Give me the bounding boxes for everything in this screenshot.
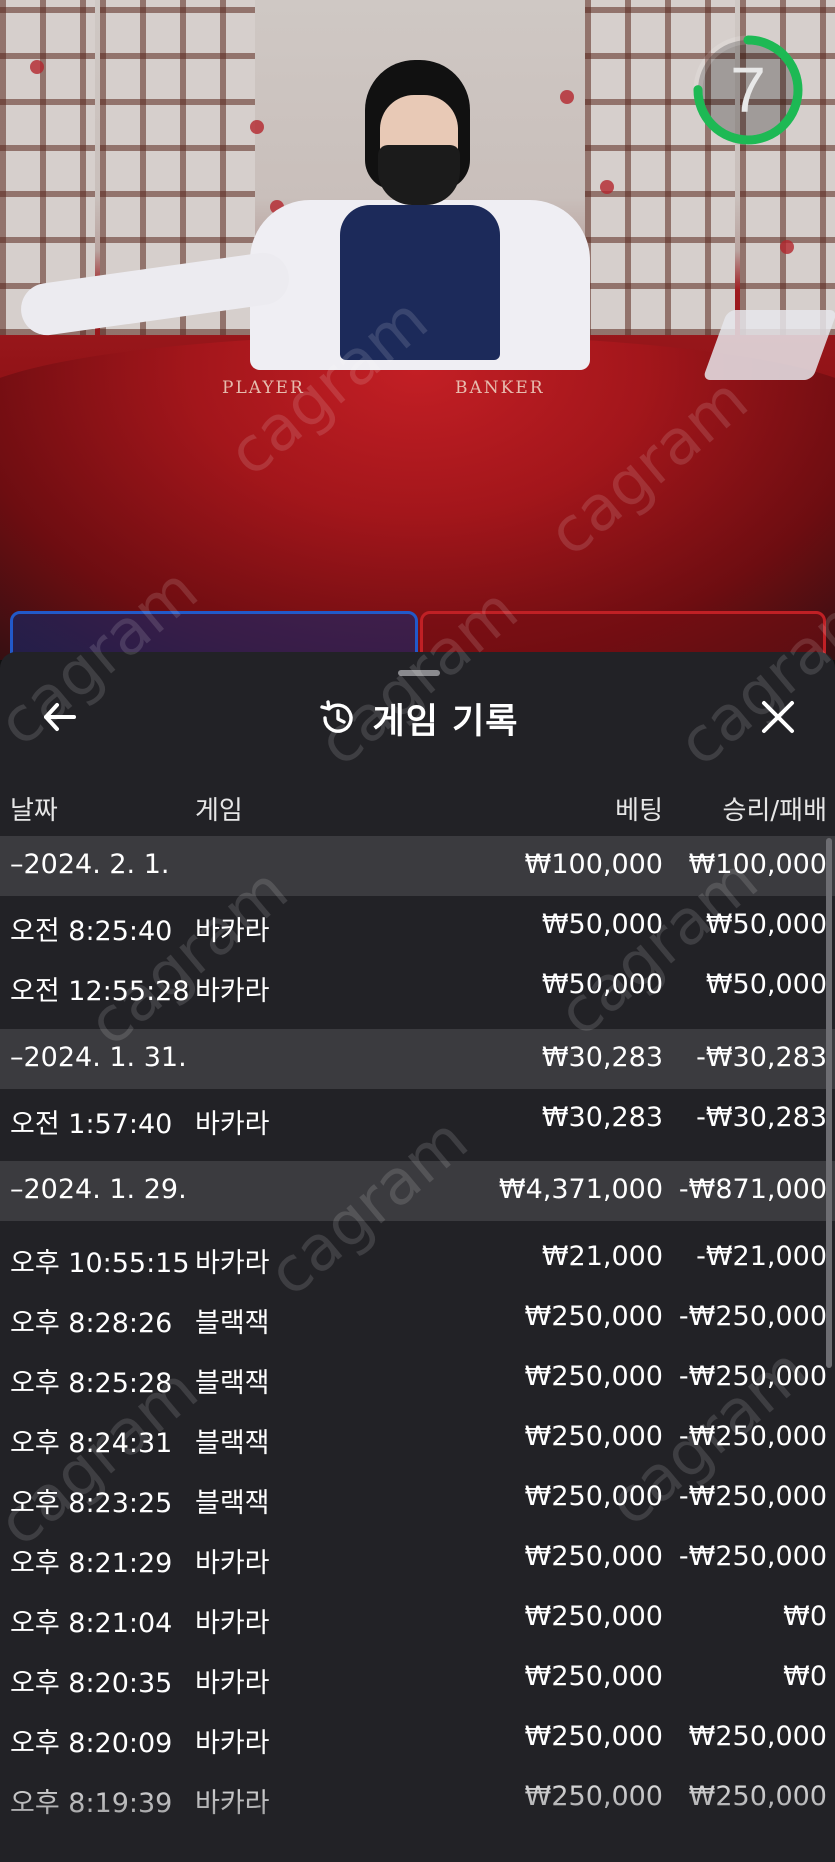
dealer-mask <box>378 145 460 205</box>
bet-amount: ₩50,000 <box>541 909 663 940</box>
bet-amount: ₩250,000 <box>524 1361 663 1392</box>
time: 오후 8:28:26 <box>10 1308 173 1339</box>
win-loss-amount: -₩250,000 <box>678 1541 827 1572</box>
history-row[interactable]: 오후 8:23:25 블랙잭 ₩250,000 -₩250,000 <box>0 1468 835 1528</box>
blossom-decoration <box>780 240 794 254</box>
game-name: 블랙잭 <box>195 1308 270 1339</box>
bet-amount: ₩50,000 <box>541 969 663 1000</box>
bet-amount: ₩250,000 <box>524 1301 663 1332</box>
column-header-date[interactable]: 날짜 <box>10 790 58 827</box>
win-loss-amount: ₩250,000 <box>688 1781 827 1812</box>
game-name: 블랙잭 <box>195 1488 270 1519</box>
game-name: 바카라 <box>195 1728 270 1759</box>
bet-amount: ₩250,000 <box>524 1721 663 1752</box>
win-loss-amount: -₩250,000 <box>678 1361 827 1392</box>
group-date: –2024. 1. 29. <box>10 1174 187 1205</box>
history-row[interactable]: 오후 8:21:29 바카라 ₩250,000 -₩250,000 <box>0 1528 835 1588</box>
game-name: 바카라 <box>195 916 270 947</box>
history-row[interactable]: 오전 8:25:40 바카라 ₩50,000 ₩50,000 <box>0 896 835 956</box>
time: 오후 8:21:29 <box>10 1548 173 1579</box>
history-row[interactable]: 오전 1:57:40 바카라 ₩30,283 -₩30,283 <box>0 1089 835 1149</box>
bet-amount: ₩30,283 <box>541 1042 663 1073</box>
dealer-vest <box>340 205 500 360</box>
drag-handle[interactable] <box>398 670 440 676</box>
time: 오후 10:55:15 <box>10 1248 190 1279</box>
win-loss-amount: -₩250,000 <box>678 1481 827 1512</box>
group-date: –2024. 1. 31. <box>10 1042 187 1073</box>
bet-amount: ₩100,000 <box>524 849 663 880</box>
time: 오후 8:23:25 <box>10 1488 173 1519</box>
time: 오전 8:25:40 <box>10 916 173 947</box>
banker-table-label: BANKER <box>455 378 545 398</box>
scrollbar[interactable] <box>826 838 832 1368</box>
bet-amount: ₩250,000 <box>524 1781 663 1812</box>
column-header-bet[interactable]: 베팅 <box>615 790 663 827</box>
countdown-timer: 7 <box>730 54 766 126</box>
win-loss-amount: -₩250,000 <box>678 1421 827 1452</box>
bet-amount: ₩250,000 <box>524 1541 663 1572</box>
column-header-game[interactable]: 게임 <box>195 790 243 827</box>
time: 오후 8:20:35 <box>10 1668 173 1699</box>
win-loss-amount: -₩21,000 <box>696 1241 827 1272</box>
time: 오후 8:21:04 <box>10 1608 173 1639</box>
history-row[interactable]: 오후 8:28:26 블랙잭 ₩250,000 -₩250,000 <box>0 1288 835 1348</box>
blossom-decoration <box>30 60 44 74</box>
bet-amount: ₩21,000 <box>541 1241 663 1272</box>
bet-amount: ₩250,000 <box>524 1481 663 1512</box>
group-date: –2024. 2. 1. <box>10 849 170 880</box>
time: 오후 8:24:31 <box>10 1428 173 1459</box>
date-group-row[interactable]: –2024. 1. 31. ₩30,283 -₩30,283 <box>0 1029 835 1089</box>
time: 오후 8:19:39 <box>10 1788 173 1819</box>
blossom-decoration <box>560 90 574 104</box>
win-loss-amount: -₩871,000 <box>678 1174 827 1205</box>
history-list[interactable]: –2024. 2. 1. ₩100,000 ₩100,000 오전 8:25:4… <box>0 836 835 1862</box>
time: 오후 8:20:09 <box>10 1728 173 1759</box>
history-row[interactable]: 오후 8:21:04 바카라 ₩250,000 ₩0 <box>0 1588 835 1648</box>
time: 오전 1:57:40 <box>10 1109 173 1140</box>
column-header-result[interactable]: 승리/패배 <box>723 790 827 827</box>
time: 오후 8:25:28 <box>10 1368 173 1399</box>
blossom-decoration <box>250 120 264 134</box>
history-row[interactable]: 오후 8:20:35 바카라 ₩250,000 ₩0 <box>0 1648 835 1708</box>
date-group-row[interactable]: –2024. 2. 1. ₩100,000 ₩100,000 <box>0 836 835 896</box>
sheet-header: 게임 기록 <box>0 690 835 746</box>
win-loss-amount: -₩30,283 <box>696 1102 827 1133</box>
bet-amount: ₩250,000 <box>524 1421 663 1452</box>
win-loss-amount: ₩100,000 <box>688 849 827 880</box>
win-loss-amount: -₩250,000 <box>678 1301 827 1332</box>
game-name: 바카라 <box>195 1788 270 1819</box>
time: 오전 12:55:28 <box>10 976 190 1007</box>
game-name: 블랙잭 <box>195 1368 270 1399</box>
game-name: 바카라 <box>195 1109 270 1140</box>
win-loss-amount: ₩0 <box>783 1661 827 1692</box>
history-row[interactable]: 오후 8:24:31 블랙잭 ₩250,000 -₩250,000 <box>0 1408 835 1468</box>
player-table-label: PLAYER <box>222 378 305 398</box>
history-row[interactable]: 오후 10:55:15 바카라 ₩21,000 -₩21,000 <box>0 1228 835 1288</box>
win-loss-amount: -₩30,283 <box>696 1042 827 1073</box>
bet-amount: ₩250,000 <box>524 1601 663 1632</box>
game-name: 블랙잭 <box>195 1428 270 1459</box>
history-row[interactable]: 오후 8:20:09 바카라 ₩250,000 ₩250,000 <box>0 1708 835 1768</box>
bet-amount: ₩250,000 <box>524 1661 663 1692</box>
win-loss-amount: ₩250,000 <box>688 1721 827 1752</box>
game-name: 바카라 <box>195 1548 270 1579</box>
win-loss-amount: ₩50,000 <box>705 969 827 1000</box>
game-name: 바카라 <box>195 1248 270 1279</box>
history-clock-icon <box>319 700 353 733</box>
win-loss-amount: ₩50,000 <box>705 909 827 940</box>
win-loss-amount: ₩0 <box>783 1601 827 1632</box>
bet-amount: ₩30,283 <box>541 1102 663 1133</box>
game-name: 바카라 <box>195 1668 270 1699</box>
game-name: 바카라 <box>195 1608 270 1639</box>
page-title: 게임 기록 <box>372 701 519 742</box>
history-row[interactable]: 오후 8:19:39 바카라 ₩250,000 ₩250,000 <box>0 1768 835 1828</box>
bet-amount: ₩4,371,000 <box>498 1174 663 1205</box>
history-row[interactable]: 오후 8:25:28 블랙잭 ₩250,000 -₩250,000 <box>0 1348 835 1408</box>
blossom-decoration <box>600 180 614 194</box>
close-button[interactable] <box>756 695 800 739</box>
date-group-row[interactable]: –2024. 1. 29. ₩4,371,000 -₩871,000 <box>0 1161 835 1221</box>
game-name: 바카라 <box>195 976 270 1007</box>
close-x-icon <box>762 701 794 733</box>
history-row[interactable]: 오전 12:55:28 바카라 ₩50,000 ₩50,000 <box>0 956 835 1016</box>
